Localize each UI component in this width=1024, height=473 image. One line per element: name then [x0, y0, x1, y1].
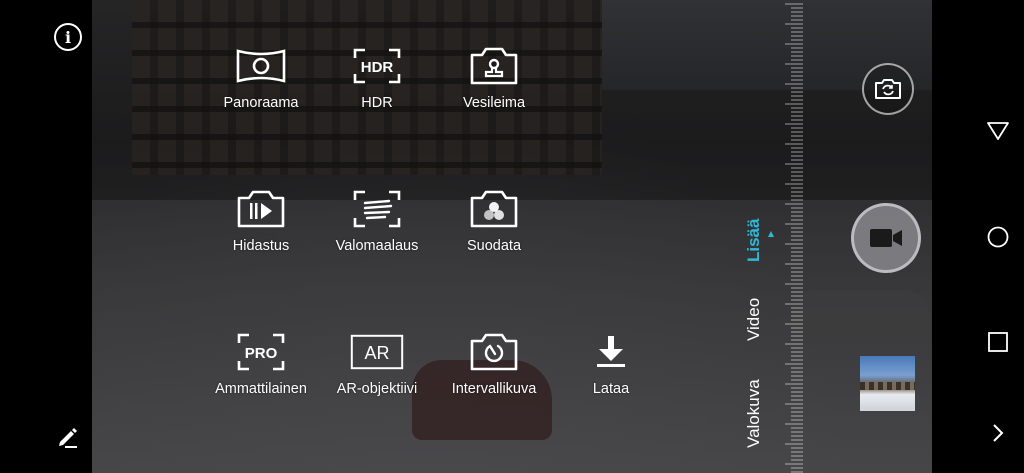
- shutter-button[interactable]: [851, 203, 921, 273]
- mode-watermark[interactable]: Vesileima: [429, 45, 559, 111]
- filter-icon: [467, 188, 521, 230]
- mode-label: Lataa: [592, 381, 630, 397]
- hdr-icon: HDR: [350, 45, 404, 87]
- recents-square-icon[interactable]: [986, 330, 1010, 354]
- info-icon[interactable]: i: [54, 23, 82, 51]
- pro-icon-text: PRO: [245, 345, 278, 362]
- home-circle-icon[interactable]: [986, 225, 1010, 249]
- slow-motion-icon: [234, 188, 288, 230]
- switch-camera-button[interactable]: [862, 63, 914, 115]
- mode-label: AR-objektiivi: [336, 381, 418, 397]
- watermark-icon: [467, 45, 521, 87]
- pro-icon: PRO: [234, 331, 288, 373]
- mode-label: Intervallikuva: [451, 381, 537, 397]
- mode-light-painting[interactable]: Valomaalaus: [312, 188, 442, 254]
- mode-panorama[interactable]: Panoraama: [196, 45, 326, 111]
- mode-option-photo[interactable]: Valokuva: [744, 379, 764, 448]
- zoom-ruler[interactable]: [773, 0, 813, 473]
- gallery-thumbnail[interactable]: [860, 356, 915, 411]
- mode-label: HDR: [361, 95, 393, 111]
- panorama-icon: [234, 45, 288, 87]
- left-bar: [0, 0, 92, 473]
- mode-option-more[interactable]: Lisää: [744, 219, 764, 262]
- chevron-right-icon[interactable]: [986, 421, 1010, 445]
- system-nav-bar: [932, 0, 1024, 473]
- mode-label: Suodata: [466, 238, 522, 254]
- mode-download[interactable]: Lataa: [546, 331, 676, 397]
- pencil-icon[interactable]: [55, 423, 81, 449]
- ar-lens-icon: AR: [350, 331, 404, 373]
- download-icon: [584, 331, 638, 373]
- hdr-icon-text: HDR: [361, 59, 394, 76]
- mode-slow-motion[interactable]: Hidastus: [196, 188, 326, 254]
- ar-icon-text: AR: [364, 343, 389, 363]
- video-camera-icon: [870, 229, 902, 247]
- mode-label: Panoraama: [223, 95, 299, 111]
- mode-option-video[interactable]: Video: [744, 298, 764, 341]
- timelapse-icon: [467, 331, 521, 373]
- mode-ar-lens[interactable]: AR AR-objektiivi: [312, 331, 442, 397]
- mode-label: Ammattilainen: [215, 381, 307, 397]
- mode-hdr[interactable]: HDR HDR: [312, 45, 442, 111]
- switch-camera-icon: [875, 79, 901, 99]
- light-painting-icon: [350, 188, 404, 230]
- back-triangle-icon[interactable]: [986, 119, 1010, 143]
- mode-filter[interactable]: Suodata: [429, 188, 559, 254]
- mode-pro[interactable]: PRO Ammattilainen: [196, 331, 326, 397]
- mode-timelapse[interactable]: Intervallikuva: [429, 331, 559, 397]
- mode-label: Valomaalaus: [335, 238, 419, 254]
- mode-label: Vesileima: [462, 95, 526, 111]
- mode-label: Hidastus: [232, 238, 290, 254]
